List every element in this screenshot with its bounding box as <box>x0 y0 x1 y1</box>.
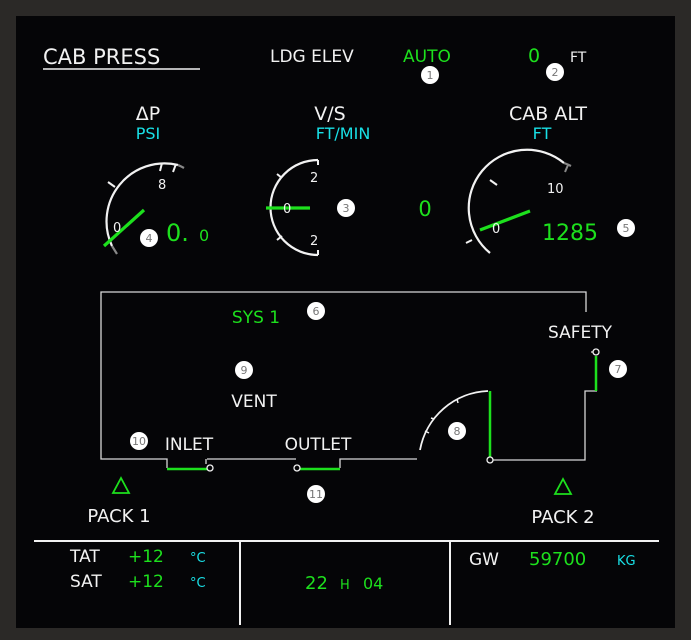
vs-tick-bot: 2 <box>310 234 318 249</box>
delta-p-label: ΔP <box>136 103 160 125</box>
cab-alt-tick-0: 0 <box>492 222 500 237</box>
annotation-marker: 11 <box>307 485 325 503</box>
tat-value: +12 <box>128 547 164 567</box>
vs-value: 0 <box>418 197 431 221</box>
svg-text:3: 3 <box>343 202 350 215</box>
annotation-marker: 7 <box>609 360 627 378</box>
system-label: SYS 1 <box>232 308 280 328</box>
safety-valve-pivot <box>592 348 600 356</box>
pack2-label: PACK 2 <box>531 507 594 528</box>
svg-text:1: 1 <box>427 69 434 82</box>
time-hours: 22 <box>305 573 328 594</box>
gw-label: GW <box>469 550 499 570</box>
ecam-cab-press-page: CAB PRESS LDG ELEV AUTO 0 FT ΔP PSI 0 8 … <box>0 0 691 640</box>
time-minutes: 04 <box>363 574 383 593</box>
annotation-marker: 2 <box>546 63 564 81</box>
annotation-marker: 6 <box>307 302 325 320</box>
vent-label: VENT <box>231 392 277 412</box>
svg-text:8: 8 <box>454 425 461 438</box>
annotation-marker: 10 <box>130 432 148 450</box>
delta-p-tick-0: 0 <box>113 221 121 236</box>
delta-p-value-decimal: 0 <box>199 226 209 245</box>
inlet-valve-pivot <box>206 464 214 472</box>
ldg-elev-unit: FT <box>570 50 587 66</box>
page-title: CAB PRESS <box>43 45 160 69</box>
annotation-marker: 3 <box>337 199 355 217</box>
sat-value: +12 <box>128 572 164 592</box>
inlet-label: INLET <box>165 435 214 455</box>
cab-alt-label: CAB ALT <box>509 103 587 125</box>
vs-label: V/S <box>314 103 345 125</box>
svg-text:9: 9 <box>241 364 248 377</box>
svg-text:5: 5 <box>623 222 630 235</box>
safety-valve-label: SAFETY <box>548 323 613 343</box>
svg-text:4: 4 <box>146 232 153 245</box>
cab-alt-tick-10: 10 <box>547 182 564 197</box>
delta-p-unit: PSI <box>136 124 161 143</box>
delta-p-value: 0. <box>166 219 189 247</box>
ldg-elev-mode: AUTO <box>403 47 451 67</box>
annotation-marker: 5 <box>617 219 635 237</box>
annotation-marker: 1 <box>421 66 439 84</box>
svg-text:7: 7 <box>615 363 622 376</box>
time-h-separator: H <box>340 578 350 593</box>
pack1-label: PACK 1 <box>87 506 150 527</box>
tat-label: TAT <box>69 547 100 567</box>
annotation-marker: 8 <box>448 422 466 440</box>
cab-alt-value: 1285 <box>542 221 598 246</box>
svg-text:2: 2 <box>552 66 559 79</box>
svg-text:6: 6 <box>313 305 320 318</box>
outlet-valve-pivot <box>293 464 301 472</box>
ldg-elev-value: 0 <box>528 45 540 67</box>
cab-alt-unit: FT <box>533 124 552 143</box>
gw-value: 59700 <box>529 549 586 570</box>
sat-unit: °C <box>190 576 206 591</box>
ldg-elev-label: LDG ELEV <box>270 47 354 67</box>
outlet-label: OUTLET <box>285 435 352 455</box>
vs-unit: FT/MIN <box>316 124 371 143</box>
sat-label: SAT <box>70 572 102 592</box>
vs-tick-top: 2 <box>310 171 318 186</box>
vs-tick-mid: 0 <box>283 202 291 217</box>
svg-text:11: 11 <box>309 488 323 501</box>
gw-unit: KG <box>617 554 636 569</box>
annotation-marker: 9 <box>235 361 253 379</box>
tat-unit: °C <box>190 551 206 566</box>
svg-text:10: 10 <box>132 435 146 448</box>
annotation-marker: 4 <box>140 229 158 247</box>
delta-p-tick-8: 8 <box>158 178 166 193</box>
